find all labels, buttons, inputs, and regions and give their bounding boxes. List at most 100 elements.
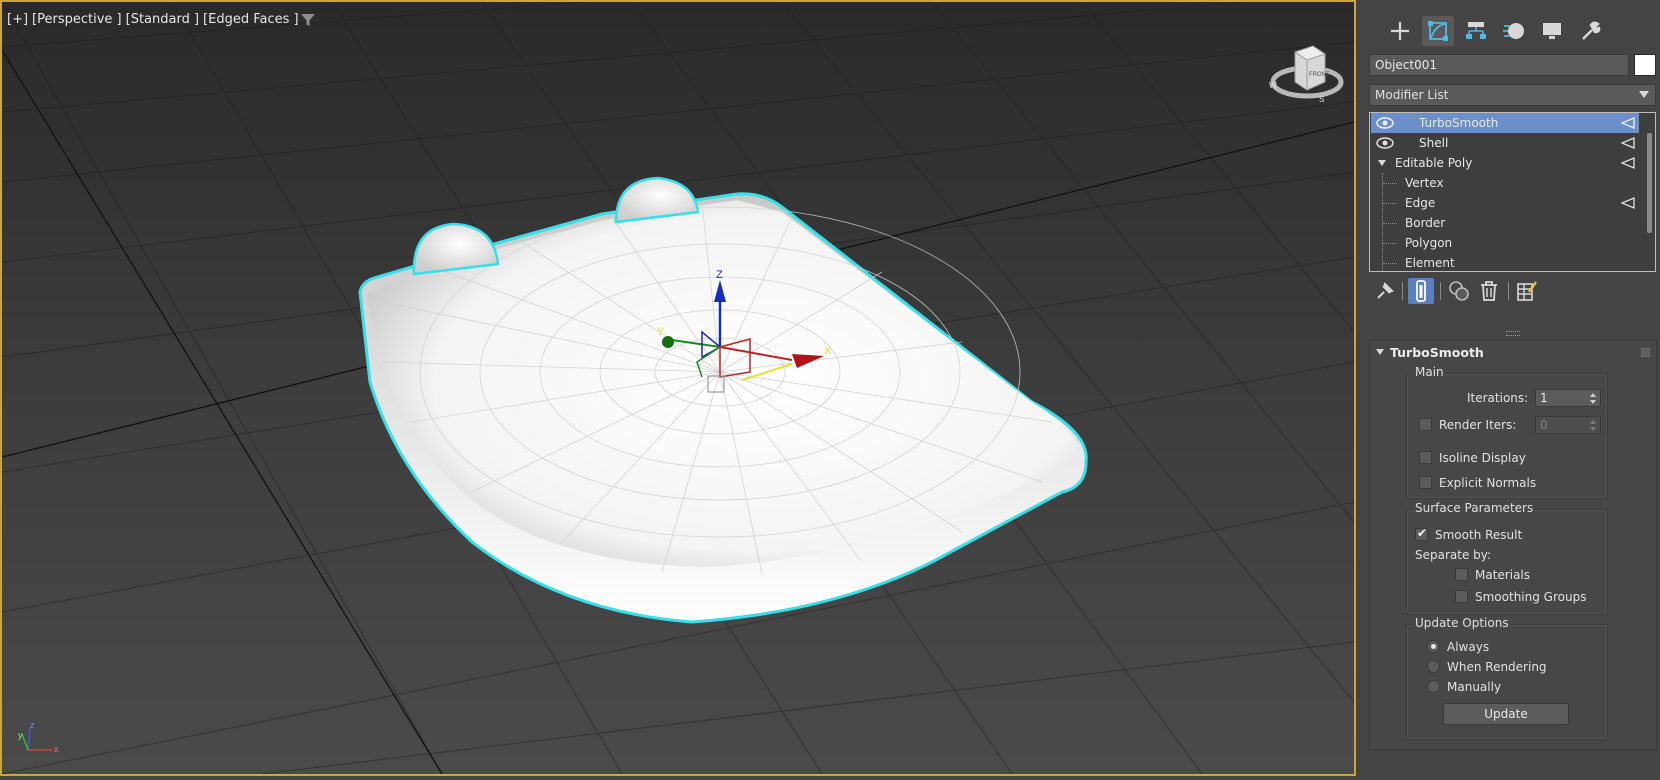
always-label: Always — [1447, 640, 1490, 654]
update-button[interactable]: Update — [1443, 703, 1569, 725]
motion-icon — [1503, 23, 1524, 39]
create-tab[interactable] — [1384, 16, 1416, 46]
stack-item-edge[interactable]: Edge — [1371, 193, 1639, 213]
viewport-plus-menu[interactable]: [+] — [7, 12, 28, 27]
render-iters-label: Render Iters: — [1439, 418, 1517, 432]
subobject-toggle-icon[interactable] — [1621, 157, 1635, 169]
panel-resize-grip[interactable] — [1506, 331, 1520, 336]
stack-item-label: TurboSmooth — [1419, 116, 1499, 130]
smoothing-groups-checkbox[interactable] — [1455, 590, 1468, 603]
materials-label: Materials — [1475, 568, 1531, 582]
motion-tab[interactable] — [1498, 16, 1530, 46]
group-title-main: Main — [1413, 365, 1446, 379]
command-panel-tabs — [1364, 10, 1660, 50]
object-color-swatch[interactable] — [1634, 54, 1656, 76]
surface-parameters-group: Surface Parameters ✔ Smooth Result Separ… — [1406, 501, 1608, 615]
stack-item-element[interactable]: Element — [1371, 253, 1639, 271]
when-rendering-label: When Rendering — [1447, 660, 1547, 674]
stack-item-vertex[interactable]: Vertex — [1371, 173, 1639, 193]
spinner-down-icon[interactable] — [1590, 427, 1596, 431]
check-icon: ✔ — [1417, 526, 1428, 540]
object-name-field[interactable]: Object001 — [1369, 54, 1629, 76]
hierarchy-tab[interactable] — [1460, 16, 1492, 46]
viewcube-face-label: FRONT — [1309, 72, 1330, 78]
axis-tripod-icon: z x y — [18, 720, 59, 754]
modify-tab[interactable] — [1422, 16, 1454, 46]
group-title-surface: Surface Parameters — [1413, 501, 1536, 515]
stack-item-polygon[interactable]: Polygon — [1371, 233, 1639, 253]
iterations-spinner[interactable]: 1 — [1535, 389, 1601, 407]
materials-checkbox[interactable] — [1455, 568, 1468, 581]
compass-w-label: W — [1269, 81, 1277, 90]
command-panel: Object001 Modifier List TurboSmooth Shel… — [1364, 0, 1660, 780]
remove-modifier-button[interactable] — [1476, 278, 1502, 304]
viewport-label-menu[interactable]: [+] [Perspective ] [Standard ] [Edged Faces… — [7, 12, 303, 27]
toolbar-separator — [1402, 282, 1403, 300]
grid-axis-line — [2, 49, 443, 774]
stack-item-label: Edge — [1405, 196, 1436, 210]
gizmo-y-label: Y — [657, 326, 665, 338]
eye-icon[interactable] — [1376, 117, 1394, 129]
filter-icon[interactable] — [300, 12, 316, 28]
viewport-pov-menu[interactable]: [Perspective ] — [32, 12, 122, 27]
rollout-pin-icon[interactable] — [1641, 348, 1650, 357]
iterations-value: 1 — [1540, 391, 1548, 405]
configure-sets-button[interactable] — [1514, 278, 1540, 304]
explicit-normals-label: Explicit Normals — [1439, 476, 1537, 490]
spinner-up-icon[interactable] — [1590, 420, 1596, 424]
viewport-shading-menu[interactable]: [Edged Faces ] — [203, 12, 299, 27]
stack-item-shell[interactable]: Shell — [1371, 133, 1639, 153]
toolbar-separator — [1508, 282, 1509, 300]
turbosmooth-rollout: TurboSmooth Main Iterations: 1 Render It… — [1369, 340, 1657, 750]
smooth-result-checkbox[interactable]: ✔ — [1415, 526, 1428, 541]
stack-item-turbosmooth[interactable]: TurboSmooth — [1371, 113, 1639, 133]
modifier-stack[interactable]: TurboSmooth Shell Editable Poly Vertex E… — [1369, 112, 1656, 272]
isoline-display-checkbox[interactable] — [1419, 451, 1432, 464]
render-iters-value: 0 — [1540, 418, 1548, 432]
viewcube[interactable]: FRONT W S — [1267, 38, 1347, 104]
stack-item-label: Polygon — [1405, 236, 1453, 250]
stack-item-border[interactable]: Border — [1371, 213, 1639, 233]
smooth-result-label: Smooth Result — [1435, 528, 1523, 542]
expand-arrow-icon[interactable] — [1378, 160, 1386, 166]
make-unique-button[interactable] — [1446, 278, 1472, 304]
smoothing-groups-label: Smoothing Groups — [1475, 590, 1587, 604]
group-title-update: Update Options — [1413, 616, 1511, 630]
subobject-toggle-icon[interactable] — [1621, 117, 1635, 129]
when-rendering-radio[interactable] — [1427, 660, 1440, 673]
stack-toolbar — [1364, 276, 1660, 308]
compass-s-label: S — [1319, 95, 1324, 104]
object-mesh — [358, 176, 1088, 624]
spinner-down-icon[interactable] — [1590, 400, 1596, 404]
main-group: Main Iterations: 1 Render Iters: 0 Isoli… — [1406, 365, 1608, 499]
always-radio[interactable] — [1427, 640, 1440, 653]
tripod-y-label: y — [18, 730, 23, 740]
collapse-arrow-icon[interactable] — [1376, 349, 1384, 355]
modifier-list-dropdown[interactable]: Modifier List — [1369, 84, 1656, 106]
stack-item-label: Shell — [1419, 136, 1449, 150]
scene-canvas[interactable]: Z X Y — [2, 2, 1354, 774]
viewport-standard-menu[interactable]: [Standard ] — [126, 12, 199, 27]
utilities-tab[interactable] — [1574, 16, 1606, 46]
eye-icon[interactable] — [1376, 137, 1394, 149]
isoline-display-label: Isoline Display — [1439, 451, 1526, 465]
stack-scrollbar[interactable] — [1647, 133, 1652, 233]
display-tab[interactable] — [1536, 16, 1568, 46]
spinner-up-icon[interactable] — [1590, 393, 1596, 397]
modifier-list-label: Modifier List — [1375, 88, 1449, 102]
manually-radio[interactable] — [1427, 680, 1440, 693]
rollout-header[interactable]: TurboSmooth — [1370, 341, 1656, 363]
render-iters-checkbox[interactable] — [1419, 418, 1432, 431]
display-icon — [1543, 23, 1561, 39]
explicit-normals-checkbox[interactable] — [1419, 476, 1432, 489]
subobject-toggle-icon[interactable] — [1621, 197, 1635, 209]
subobject-toggle-icon[interactable] — [1621, 137, 1635, 149]
stack-item-label: Editable Poly — [1395, 156, 1473, 170]
pin-stack-icon — [1377, 282, 1394, 299]
show-end-result-button[interactable] — [1408, 278, 1434, 304]
perspective-viewport[interactable]: Z X Y [+] [Perspective ] [Standard ] [Edged… — [0, 0, 1356, 776]
stack-item-editable-poly[interactable]: Editable Poly — [1371, 153, 1639, 173]
pin-stack-button[interactable] — [1372, 278, 1398, 304]
render-iters-spinner[interactable]: 0 — [1535, 416, 1601, 434]
separate-by-label: Separate by: — [1415, 548, 1492, 562]
